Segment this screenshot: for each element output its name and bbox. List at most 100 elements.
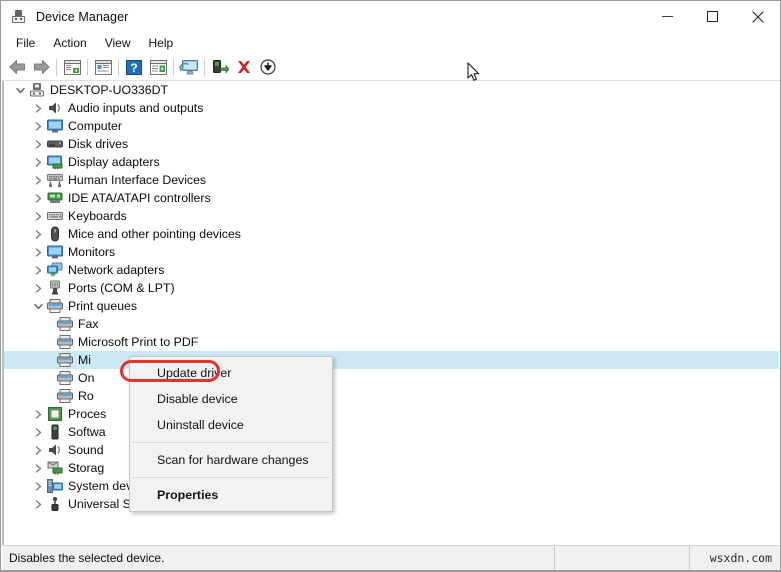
tree-row-selected-printer[interactable]: Mi — [4, 351, 779, 369]
toolbar-separator — [118, 58, 119, 76]
chevron-down-icon[interactable] — [12, 81, 28, 99]
device-tree[interactable]: DESKTOP-UO336DT Audio inputs and outputs — [2, 81, 779, 546]
maximize-button[interactable] — [690, 1, 735, 32]
chevron-right-icon[interactable] — [30, 405, 46, 423]
tree-row-microsoft-print-to-pdf[interactable]: Microsoft Print to PDF — [4, 333, 779, 351]
menu-bar: File Action View Help — [1, 32, 780, 54]
close-button[interactable] — [735, 1, 780, 32]
tree-row-disk-drives[interactable]: Disk drives — [4, 135, 779, 153]
tree-row-fax[interactable]: Fax — [4, 315, 779, 333]
chevron-right-icon[interactable] — [30, 99, 46, 117]
tree-label: IDE ATA/ATAPI controllers — [68, 191, 211, 205]
context-menu-separator — [132, 442, 330, 443]
back-button[interactable] — [5, 55, 29, 79]
tree-row-processors[interactable]: Proces — [4, 405, 779, 423]
minimize-button[interactable] — [645, 1, 690, 32]
menu-view[interactable]: View — [96, 34, 140, 53]
tree-row-root[interactable]: DESKTOP-UO336DT — [4, 81, 779, 99]
tree-row-audio-inputs-and-outputs[interactable]: Audio inputs and outputs — [4, 99, 779, 117]
tree-row-ports-com-lpt[interactable]: Ports (COM & LPT) — [4, 279, 779, 297]
context-menu-item-update-driver[interactable]: Update driver — [130, 360, 332, 386]
port-icon — [46, 279, 64, 297]
disable-device-button[interactable] — [208, 55, 232, 79]
tree-label: DESKTOP-UO336DT — [50, 83, 168, 97]
chevron-right-icon[interactable] — [30, 261, 46, 279]
ide-controller-icon — [46, 189, 64, 207]
tree-label: Keyboards — [68, 209, 127, 223]
monitor-icon — [46, 117, 64, 135]
context-menu-item-properties[interactable]: Properties — [130, 482, 332, 508]
tree-row-computer[interactable]: Computer — [4, 117, 779, 135]
menu-action[interactable]: Action — [44, 34, 95, 53]
watermark-text: wsxdn.com — [709, 551, 772, 565]
context-menu-item-uninstall-device[interactable]: Uninstall device — [130, 412, 332, 438]
chevron-right-icon[interactable] — [30, 117, 46, 135]
tree-row-printer-on[interactable]: On — [4, 369, 779, 387]
chevron-right-icon[interactable] — [30, 495, 46, 513]
tree-row-universal-serial-bus-controllers[interactable]: Universal Serial Bus controllers — [4, 495, 779, 513]
system-device-icon — [46, 477, 64, 495]
tree-row-storage-controllers[interactable]: Storag — [4, 459, 779, 477]
tree-row-display-adapters[interactable]: Display adapters — [4, 153, 779, 171]
chevron-right-icon[interactable] — [30, 171, 46, 189]
toolbar-separator — [56, 58, 57, 76]
tree-row-mice-and-other-pointing-devices[interactable]: Mice and other pointing devices — [4, 225, 779, 243]
context-menu[interactable]: Update driver Disable device Uninstall d… — [129, 356, 333, 512]
chevron-right-icon[interactable] — [30, 441, 46, 459]
tree-row-sound-video-and-game-controllers[interactable]: Sound — [4, 441, 779, 459]
svg-text:?: ? — [130, 61, 137, 75]
toolbar-separator — [87, 58, 88, 76]
tree-label: Softwa — [68, 425, 106, 439]
tree-label: Sound — [68, 443, 104, 457]
computer-root-icon — [28, 81, 46, 99]
uninstall-device-button[interactable] — [232, 55, 256, 79]
tree-row-printer-ro[interactable]: Ro — [4, 387, 779, 405]
title-bar: Device Manager — [1, 1, 780, 32]
tree-label: Ro — [78, 389, 94, 403]
tree-row-system-devices[interactable]: System devices — [4, 477, 779, 495]
display-adapter-icon — [46, 153, 64, 171]
chevron-right-icon[interactable] — [30, 189, 46, 207]
tree-row-human-interface-devices[interactable]: Human Interface Devices — [4, 171, 779, 189]
add-legacy-hardware-button[interactable] — [256, 55, 280, 79]
tree-row-software-devices[interactable]: Softwa — [4, 423, 779, 441]
device-manager-window: Device Manager File Action View Help ? D… — [0, 0, 781, 572]
scan-for-hardware-changes-button[interactable] — [146, 55, 170, 79]
printer-icon — [56, 333, 74, 351]
tree-row-print-queues[interactable]: Print queues — [4, 297, 779, 315]
tree-row-keyboards[interactable]: Keyboards — [4, 207, 779, 225]
chevron-down-icon[interactable] — [30, 297, 46, 315]
disk-drive-icon — [46, 135, 64, 153]
tree-label: Computer — [68, 119, 122, 133]
monitor-icon — [46, 243, 64, 261]
tree-row-ide-ata-atapi-controllers[interactable]: IDE ATA/ATAPI controllers — [4, 189, 779, 207]
tree-row-monitors[interactable]: Monitors — [4, 243, 779, 261]
usb-icon — [46, 495, 64, 513]
tree-label: Network adapters — [68, 263, 165, 277]
chevron-right-icon[interactable] — [30, 135, 46, 153]
update-driver-button[interactable] — [177, 55, 201, 79]
context-menu-item-disable-device[interactable]: Disable device — [130, 386, 332, 412]
menu-file[interactable]: File — [7, 34, 44, 53]
toolbar: ? — [1, 54, 780, 81]
chevron-right-icon[interactable] — [30, 207, 46, 225]
chevron-right-icon[interactable] — [30, 279, 46, 297]
chevron-right-icon[interactable] — [30, 225, 46, 243]
chevron-right-icon[interactable] — [30, 477, 46, 495]
toolbar-separator — [173, 58, 174, 76]
software-device-icon — [46, 423, 64, 441]
properties-button[interactable] — [91, 55, 115, 79]
chevron-right-icon[interactable] — [30, 459, 46, 477]
help-button[interactable]: ? — [122, 55, 146, 79]
console-tree-button[interactable] — [60, 55, 84, 79]
chevron-right-icon[interactable] — [30, 423, 46, 441]
chevron-right-icon[interactable] — [30, 153, 46, 171]
chevron-right-icon[interactable] — [30, 243, 46, 261]
menu-help[interactable]: Help — [140, 34, 183, 53]
speaker-icon — [46, 99, 64, 117]
tree-label: Mice and other pointing devices — [68, 227, 241, 241]
forward-button[interactable] — [29, 55, 53, 79]
tree-label: Disk drives — [68, 137, 129, 151]
tree-row-network-adapters[interactable]: Network adapters — [4, 261, 779, 279]
context-menu-item-scan-for-hardware-changes[interactable]: Scan for hardware changes — [130, 447, 332, 473]
